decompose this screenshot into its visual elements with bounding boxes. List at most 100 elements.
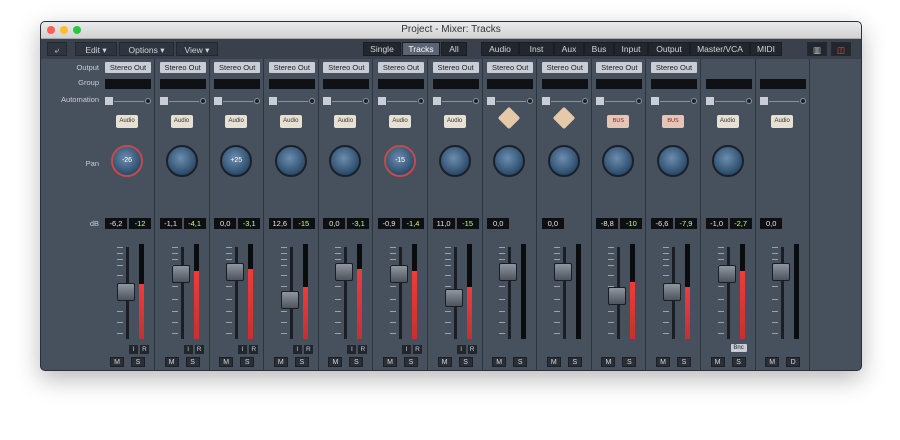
input-monitor-button[interactable]: I <box>129 345 138 354</box>
record-enable-button[interactable]: R <box>358 345 368 354</box>
volume-readout[interactable]: 11,0 <box>432 218 455 229</box>
instrument-plugin-icon[interactable] <box>497 106 521 130</box>
peak-readout[interactable]: -15 <box>292 218 315 229</box>
automation-toggle[interactable] <box>105 97 113 105</box>
volume-fader[interactable] <box>499 263 518 281</box>
pan-knob[interactable] <box>657 145 689 177</box>
mute-button[interactable]: M <box>492 357 507 367</box>
solo-button[interactable]: S <box>404 357 418 367</box>
peak-readout[interactable]: -4,1 <box>183 218 206 229</box>
mute-button[interactable]: M <box>546 357 561 367</box>
volume-readout[interactable]: -8,8 <box>596 218 619 229</box>
output-slot[interactable]: Stereo Out <box>268 62 315 73</box>
automation-toggle[interactable] <box>432 97 441 105</box>
dim-button[interactable]: D <box>786 357 801 367</box>
group-slot[interactable] <box>268 79 315 89</box>
pan-knob[interactable] <box>493 145 526 177</box>
solo-button[interactable]: S <box>185 357 200 367</box>
pan-knob[interactable]: -15 <box>384 145 416 177</box>
automation-toggle[interactable] <box>159 97 168 105</box>
volume-fader[interactable] <box>171 265 190 283</box>
pan-knob[interactable] <box>711 145 744 177</box>
output-slot[interactable]: Stereo Out <box>432 62 479 73</box>
solo-button[interactable]: S <box>567 357 582 367</box>
volume-fader[interactable] <box>390 265 408 283</box>
back-arrow-icon[interactable]: ⤶ <box>47 42 67 56</box>
grid-view-icon[interactable]: ▥ <box>807 42 827 56</box>
peak-readout[interactable]: -3,1 <box>347 218 370 229</box>
audio-plugin-icon[interactable]: Audio <box>716 115 739 128</box>
peak-readout[interactable]: -7,9 <box>675 218 697 229</box>
bus-plugin-icon[interactable]: BUS <box>607 115 630 128</box>
solo-button[interactable]: S <box>458 357 473 367</box>
automation-toggle[interactable] <box>651 97 659 105</box>
volume-fader[interactable] <box>772 263 791 281</box>
volume-fader[interactable] <box>553 263 572 281</box>
filter-audio[interactable]: Audio <box>481 42 519 56</box>
solo-button[interactable]: S <box>622 357 637 367</box>
volume-fader[interactable] <box>280 291 299 309</box>
audio-plugin-icon[interactable]: Audio <box>225 115 248 128</box>
volume-readout[interactable]: 0,0 <box>541 218 564 229</box>
automation-toggle[interactable] <box>596 97 605 105</box>
group-slot[interactable] <box>214 79 261 89</box>
mute-button[interactable]: M <box>110 357 124 367</box>
bus-plugin-icon[interactable]: BUS <box>662 115 684 128</box>
peak-readout[interactable]: -3,1 <box>238 218 261 229</box>
volume-fader[interactable] <box>663 283 681 301</box>
solo-button[interactable]: S <box>294 357 309 367</box>
volume-fader[interactable] <box>444 289 463 307</box>
audio-plugin-icon[interactable]: Audio <box>334 115 357 128</box>
volume-readout[interactable]: -1,0 <box>705 218 728 229</box>
audio-plugin-icon[interactable]: Audio <box>443 115 466 128</box>
mute-button[interactable]: M <box>328 357 343 367</box>
output-slot[interactable]: Stereo Out <box>159 62 206 73</box>
solo-button[interactable]: S <box>677 357 691 367</box>
output-slot[interactable]: Stereo Out <box>214 62 261 73</box>
automation-toggle[interactable] <box>541 97 550 105</box>
group-slot[interactable] <box>705 79 752 89</box>
output-slot[interactable]: Stereo Out <box>487 62 534 73</box>
input-monitor-button[interactable]: I <box>347 345 357 354</box>
filter-midi[interactable]: MIDI <box>750 42 782 56</box>
filter-aux[interactable]: Aux <box>554 42 584 56</box>
mute-button[interactable]: M <box>164 357 179 367</box>
pan-knob[interactable] <box>547 145 580 177</box>
peak-readout[interactable]: -2,7 <box>729 218 752 229</box>
input-monitor-button[interactable]: I <box>292 345 302 354</box>
group-slot[interactable] <box>651 79 697 89</box>
mute-button[interactable]: M <box>601 357 616 367</box>
automation-toggle[interactable] <box>705 97 714 105</box>
record-enable-button[interactable]: R <box>140 345 149 354</box>
record-enable-button[interactable]: R <box>194 345 204 354</box>
record-enable-button[interactable]: R <box>249 345 259 354</box>
mode-tab-all[interactable]: All <box>441 42 467 56</box>
group-slot[interactable] <box>105 79 151 89</box>
pan-knob[interactable]: -26 <box>111 145 143 177</box>
pan-knob[interactable] <box>274 145 307 177</box>
record-enable-button[interactable]: R <box>303 345 313 354</box>
group-slot[interactable] <box>432 79 479 89</box>
volume-readout[interactable]: 0,0 <box>323 218 346 229</box>
group-slot[interactable] <box>596 79 643 89</box>
output-slot[interactable]: Stereo Out <box>541 62 588 73</box>
solo-button[interactable]: S <box>731 357 746 367</box>
volume-fader[interactable] <box>608 287 627 305</box>
output-slot[interactable]: Stereo Out <box>323 62 370 73</box>
volume-readout[interactable]: 0,0 <box>214 218 237 229</box>
instrument-plugin-icon[interactable] <box>552 106 576 130</box>
automation-toggle[interactable] <box>268 97 277 105</box>
volume-fader[interactable] <box>117 283 135 301</box>
volume-readout[interactable]: -1,1 <box>159 218 182 229</box>
mute-button[interactable]: M <box>765 357 780 367</box>
mode-tab-tracks[interactable]: Tracks <box>402 42 440 56</box>
filter-input[interactable]: Input <box>614 42 648 56</box>
solo-button[interactable]: S <box>513 357 528 367</box>
group-slot[interactable] <box>541 79 588 89</box>
volume-readout[interactable]: 0,0 <box>760 218 783 229</box>
audio-plugin-icon[interactable]: Audio <box>170 115 193 128</box>
solo-button[interactable]: S <box>240 357 255 367</box>
audio-plugin-icon[interactable]: Audio <box>279 115 302 128</box>
mute-button[interactable]: M <box>437 357 452 367</box>
volume-readout[interactable]: -0,9 <box>378 218 400 229</box>
